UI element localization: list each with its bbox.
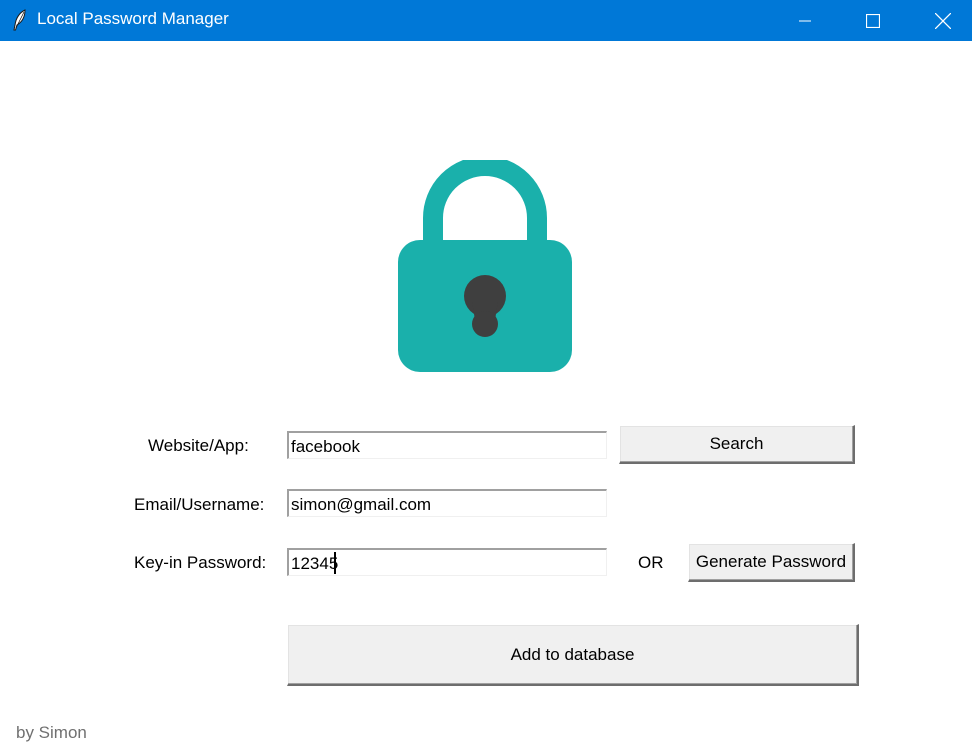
minimize-button[interactable] <box>782 0 828 41</box>
or-label: OR <box>638 553 664 572</box>
window-title: Local Password Manager <box>37 9 229 28</box>
email-label: Email/Username: <box>134 495 265 514</box>
add-to-database-button[interactable]: Add to database <box>287 624 859 686</box>
minimize-icon <box>799 20 811 21</box>
keyhole-bottom <box>472 311 498 337</box>
generate-password-button[interactable]: Generate Password <box>688 543 855 582</box>
maximize-icon <box>866 13 880 28</box>
padlock-shackle <box>423 160 547 250</box>
author-credit: by Simon <box>16 723 87 742</box>
close-icon <box>935 12 951 29</box>
text-caret <box>334 552 336 574</box>
maximize-button[interactable] <box>850 0 896 41</box>
email-input[interactable] <box>287 489 607 517</box>
password-label: Key-in Password: <box>134 553 267 572</box>
title-bar: Local Password Manager <box>0 0 972 41</box>
padlock-icon <box>398 160 572 372</box>
close-button[interactable] <box>920 0 966 41</box>
website-input[interactable] <box>287 431 607 459</box>
search-button[interactable]: Search <box>619 425 855 464</box>
website-label: Website/App: <box>148 436 249 455</box>
feather-icon <box>13 9 26 31</box>
